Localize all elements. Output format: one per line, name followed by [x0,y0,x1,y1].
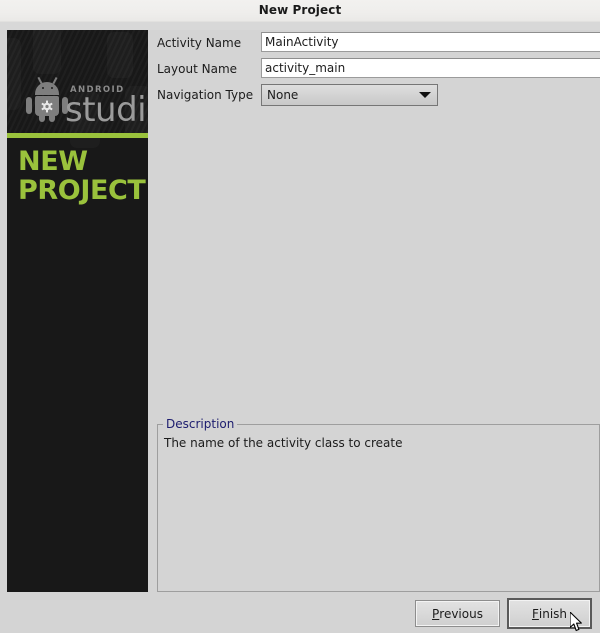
robot-eye-right [51,87,53,89]
activity-name-input[interactable] [261,32,600,52]
form-row-layout-name: Layout Name [157,58,600,80]
logo-studio-wordmark: studio [65,90,148,130]
form-row-activity-name: Activity Name [157,32,600,54]
gear-icon [41,100,53,113]
description-legend: Description [163,417,238,431]
chevron-down-icon[interactable] [413,92,437,98]
robot-leg-left [39,115,45,122]
finish-button[interactable]: Finish [507,598,592,629]
robot-arm-left [26,97,32,114]
dialog-title: New Project [258,3,342,17]
sidebar-heading: NEW PROJECT [18,147,148,205]
finish-button-label: inish [538,606,568,621]
branding-sidebar: ANDROID studio NEW PROJECT [7,30,148,592]
deco-block [107,32,133,78]
navigation-type-label: Navigation Type [157,88,254,102]
navigation-type-value: None [267,88,299,102]
deco-block [33,30,61,74]
accent-divider [7,133,148,138]
robot-leg-right [49,115,55,122]
previous-button-label: revious [439,606,483,621]
titlebar-underband [0,22,600,30]
previous-button[interactable]: Previous [415,600,500,627]
sidebar-heading-line2: PROJECT [18,175,146,206]
layout-name-input[interactable] [261,58,600,78]
deco-block [7,38,21,110]
finish-button-mnemonic: F [531,606,539,621]
previous-button-mnemonic: P [432,606,440,621]
layout-name-label: Layout Name [157,62,238,76]
robot-head [35,82,59,95]
activity-name-label: Activity Name [157,36,242,50]
robot-eye-left [42,87,44,89]
description-text: The name of the activity class to create [164,436,403,450]
android-robot-icon [25,76,69,122]
description-groupbox: Description The name of the activity cla… [157,417,600,592]
form-row-navigation-type: Navigation Type None [157,84,600,106]
sidebar-heading-line1: NEW [18,146,88,177]
new-project-dialog: New Project ANDROID studi NEW PROJECT Ac… [0,0,600,633]
navigation-type-combobox[interactable]: None [261,84,438,106]
dialog-titlebar: New Project [0,0,600,22]
